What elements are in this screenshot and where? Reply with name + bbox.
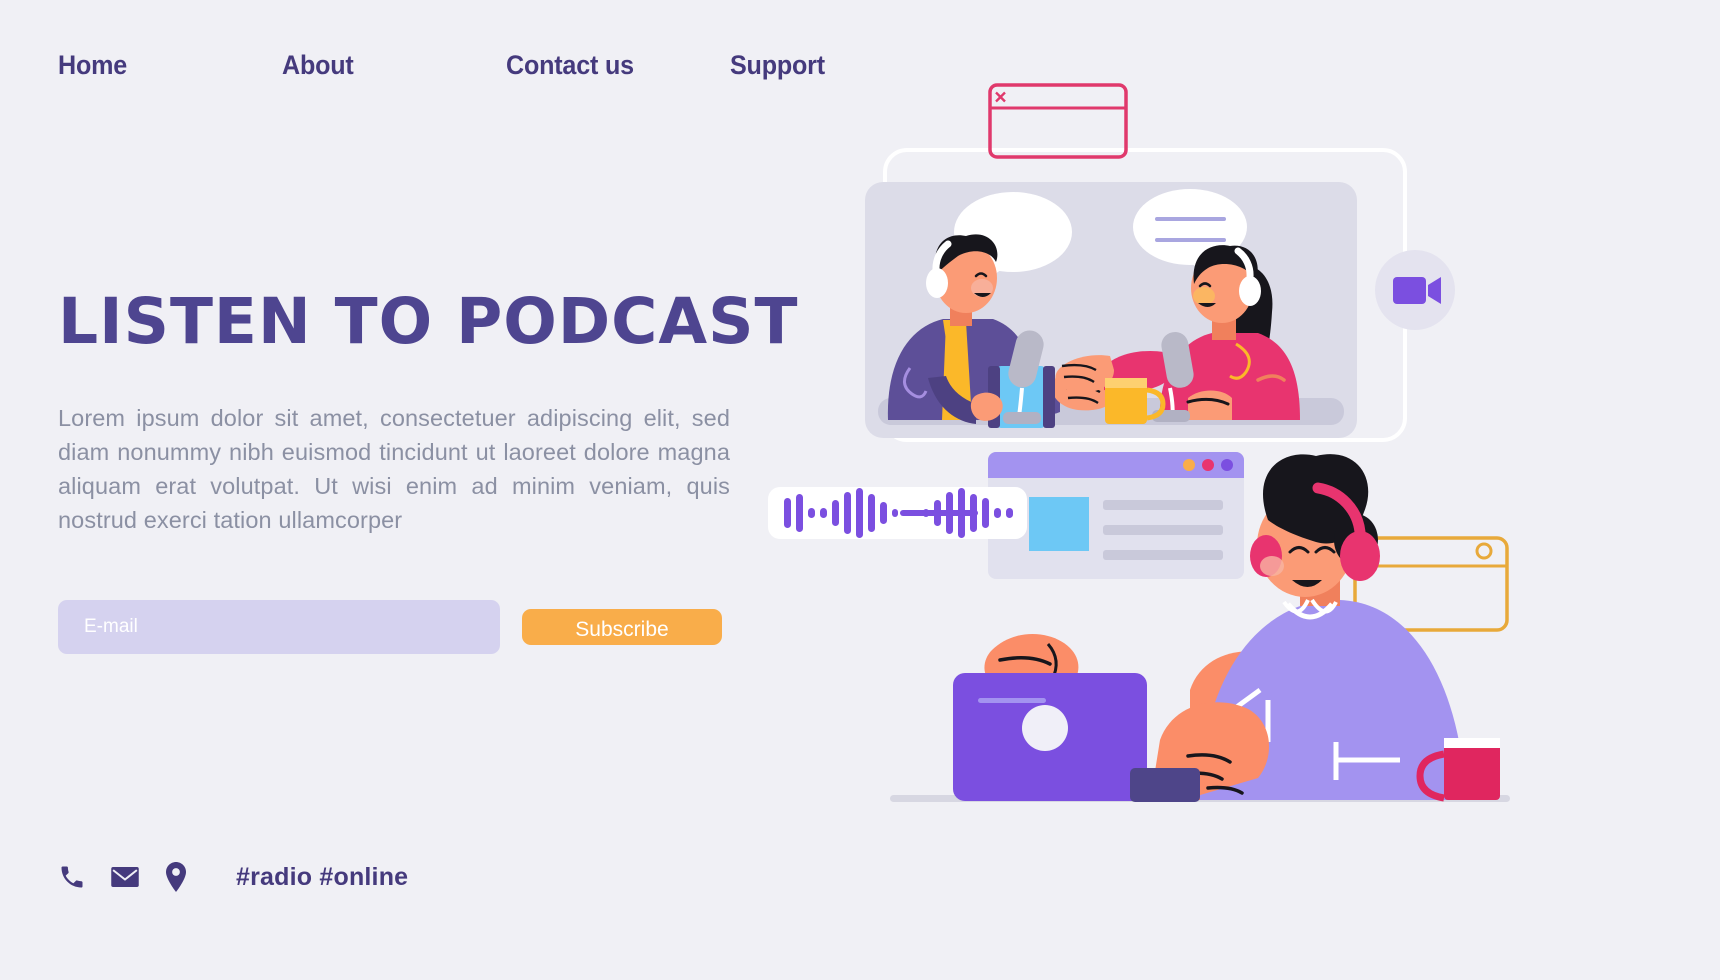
hero-content: LISTEN TO PODCAST Lorem ipsum dolor sit …	[58, 285, 799, 654]
envelope-icon[interactable]	[110, 863, 140, 891]
audio-waveform-card	[768, 487, 1027, 539]
phone-icon[interactable]	[58, 863, 86, 891]
nav-slot: Home	[58, 50, 282, 81]
subscribe-button[interactable]: Subscribe	[522, 609, 722, 645]
close-icon	[995, 91, 1006, 103]
subscribe-form: Subscribe	[58, 600, 722, 654]
podcast-scene-panel	[865, 182, 1357, 438]
page-title: LISTEN TO PODCAST	[58, 285, 799, 358]
location-pin-icon[interactable]	[164, 862, 188, 892]
nav-slot: About	[282, 50, 506, 81]
contact-bar: #radio #online	[58, 862, 408, 892]
hero-paragraph: Lorem ipsum dolor sit amet, consectetuer…	[58, 405, 730, 533]
video-camera-badge	[1375, 250, 1455, 330]
nav-item-contact-us[interactable]: Contact us	[506, 50, 714, 81]
nav-slot: Contact us	[506, 50, 730, 81]
landing-page: Home About Contact us Support LISTEN TO …	[0, 0, 1720, 980]
podcast-illustration	[760, 0, 1720, 980]
nav-item-about[interactable]: About	[282, 50, 490, 81]
nav-item-home[interactable]: Home	[58, 50, 266, 81]
email-field[interactable]	[58, 600, 500, 654]
pink-window-frame	[988, 83, 1128, 159]
hashtags-label: #radio #online	[236, 862, 409, 891]
